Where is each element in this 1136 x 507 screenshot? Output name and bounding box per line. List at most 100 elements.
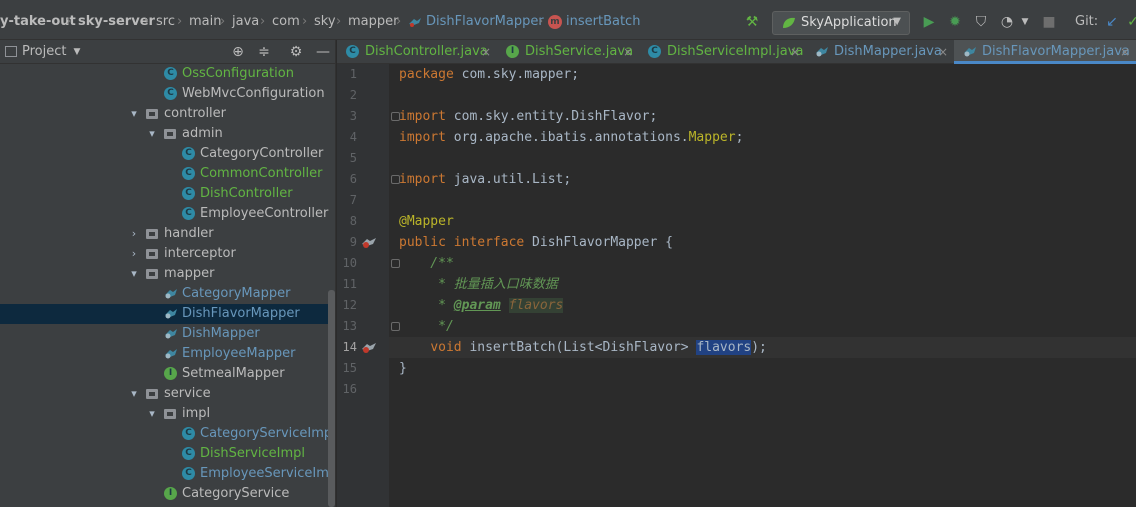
breadcrumb-separator: ›: [220, 14, 226, 29]
run-icon[interactable]: ▶: [920, 13, 938, 31]
chevron-down-icon[interactable]: ▾: [128, 104, 140, 124]
package-folder-icon: [146, 109, 158, 119]
breadcrumb-src[interactable]: src: [156, 13, 175, 31]
tree-file-item[interactable]: DishMapper: [0, 324, 328, 344]
project-panel-title[interactable]: Project: [22, 43, 66, 61]
tree-item-label: WebMvcConfiguration: [182, 86, 325, 101]
code-text: );: [751, 340, 767, 355]
breadcrumb-com[interactable]: com: [272, 13, 300, 31]
package-folder-icon: [164, 129, 176, 139]
editor-tab-label: DishController.java: [365, 44, 488, 59]
locate-target-icon[interactable]: ⊕: [229, 43, 247, 61]
code-editor[interactable]: 1 2 3 4 5 6 7 8 9 10 11 12 13 14 15 16 package com.sky.…: [337, 64, 1136, 507]
tree-item-label: CategoryService: [182, 486, 290, 501]
mybatis-navigate-icon[interactable]: [361, 342, 377, 354]
close-icon[interactable]: ×: [623, 41, 633, 63]
breadcrumb-java[interactable]: java: [232, 13, 259, 31]
tree-file-item[interactable]: C CategoryController: [0, 144, 328, 164]
class-icon: C: [182, 467, 195, 480]
close-icon[interactable]: ×: [481, 41, 491, 63]
git-update-arrow-icon[interactable]: ↙: [1103, 13, 1121, 31]
stop-icon[interactable]: ■: [1040, 13, 1058, 31]
editor-tab[interactable]: DishMapper.java ×: [806, 40, 954, 64]
tree-folder-item[interactable]: ▾ controller: [0, 104, 328, 124]
tree-file-item[interactable]: EmployeeMapper: [0, 344, 328, 364]
package-folder-icon: [146, 389, 158, 399]
chevron-down-icon[interactable]: ▾: [146, 404, 158, 424]
collapse-all-icon[interactable]: ≑: [255, 43, 273, 61]
breadcrumb-sky[interactable]: sky: [314, 13, 336, 31]
code-line: import java.util.List;: [399, 169, 571, 190]
chevron-down-icon[interactable]: ▾: [128, 384, 140, 404]
tree-file-item[interactable]: C CategoryServiceImpl: [0, 424, 335, 444]
line-number: 2: [349, 88, 357, 102]
git-commit-check-icon[interactable]: ✓: [1124, 13, 1136, 31]
chevron-right-icon[interactable]: ›: [128, 244, 140, 264]
breadcrumb-method[interactable]: insertBatch: [566, 13, 640, 31]
interface-icon: I: [164, 367, 177, 380]
tree-folder-item[interactable]: ▾ mapper: [0, 264, 328, 284]
build-hammer-icon[interactable]: ⚒: [743, 13, 761, 31]
tree-file-item[interactable]: C OssConfiguration: [0, 64, 328, 84]
tree-item-label: DishServiceImpl: [200, 446, 306, 461]
tree-item-label: EmployeeController: [200, 206, 329, 221]
close-icon[interactable]: ×: [790, 41, 800, 63]
code-line: import com.sky.entity.DishFlavor;: [399, 106, 657, 127]
javadoc-param: flavors: [508, 298, 564, 313]
line-number: 8: [349, 214, 357, 228]
tree-file-item[interactable]: I CategoryService: [0, 484, 328, 504]
breadcrumb-mapper[interactable]: mapper: [348, 13, 398, 31]
tree-file-item[interactable]: CategoryMapper: [0, 284, 328, 304]
tree-folder-item[interactable]: ▾ service: [0, 384, 328, 404]
code-line: * 批量插入口味数据: [399, 277, 558, 292]
minimize-icon[interactable]: —: [314, 43, 332, 61]
tree-file-item[interactable]: C DishServiceImpl: [0, 444, 328, 464]
close-icon[interactable]: ×: [938, 41, 948, 63]
chevron-down-icon: ▼: [893, 16, 901, 27]
chevron-down-icon[interactable]: ▼: [68, 43, 86, 61]
close-icon[interactable]: ×: [1120, 41, 1130, 63]
chevron-down-icon[interactable]: ▼: [1016, 13, 1034, 31]
tree-file-item[interactable]: DishFlavorMapper: [0, 304, 328, 324]
editor-tab[interactable]: DishFlavorMapper.java ×: [954, 40, 1136, 64]
gear-icon[interactable]: ⚙: [287, 43, 305, 61]
editor-tab[interactable]: I DishService.java ×: [497, 40, 639, 64]
chevron-down-icon[interactable]: ▾: [128, 264, 140, 284]
line-number: 15: [342, 361, 357, 375]
tree-folder-item[interactable]: ▾ admin: [0, 124, 328, 144]
run-configuration-label: SkyApplication: [801, 15, 897, 30]
line-number: 3: [349, 109, 357, 123]
project-tool-window: Project ▼ ⊕ ≑ ⚙ — C OssConfiguration C WebM…: [0, 40, 336, 507]
mybatis-navigate-icon[interactable]: [361, 237, 377, 249]
tree-file-item[interactable]: C CommonController: [0, 164, 328, 184]
tree-folder-item[interactable]: ▾ impl: [0, 404, 328, 424]
tree-file-item[interactable]: C EmployeeServiceImp: [0, 464, 335, 484]
editor-tab[interactable]: C DishServiceImpl.java ×: [639, 40, 806, 64]
breadcrumb-interface[interactable]: DishFlavorMapper: [426, 13, 544, 31]
tree-file-item[interactable]: C EmployeeController: [0, 204, 328, 224]
profiler-icon[interactable]: ◔: [998, 13, 1016, 31]
tree-file-item[interactable]: I SetmealMapper: [0, 364, 328, 384]
breadcrumb-main[interactable]: main: [189, 13, 221, 31]
breadcrumb-project[interactable]: y-take-out: [0, 13, 76, 31]
tree-file-item[interactable]: C DishController: [0, 184, 328, 204]
annotation-type: Mapper: [688, 130, 736, 145]
tree-file-item[interactable]: C WebMvcConfiguration: [0, 84, 328, 104]
chevron-right-icon[interactable]: ›: [128, 224, 140, 244]
tree-folder-item[interactable]: › interceptor: [0, 244, 328, 264]
mybatis-mapper-icon: [165, 329, 177, 339]
editor-tab[interactable]: C DishController.java ×: [337, 40, 497, 64]
class-icon: C: [182, 207, 195, 220]
debug-bug-icon[interactable]: ✹: [946, 13, 964, 31]
class-icon: C: [164, 87, 177, 100]
tree-item-label: CategoryController: [200, 146, 324, 161]
breadcrumb-separator: ›: [302, 14, 308, 29]
project-scrollbar[interactable]: [328, 290, 335, 507]
coverage-shield-icon[interactable]: ⛉: [972, 13, 990, 31]
tree-item-label: interceptor: [164, 246, 236, 261]
chevron-down-icon[interactable]: ▾: [146, 124, 158, 144]
run-configuration-select[interactable]: SkyApplication ▼: [772, 11, 910, 35]
keyword: import: [399, 172, 446, 187]
tree-folder-item[interactable]: › handler: [0, 224, 328, 244]
